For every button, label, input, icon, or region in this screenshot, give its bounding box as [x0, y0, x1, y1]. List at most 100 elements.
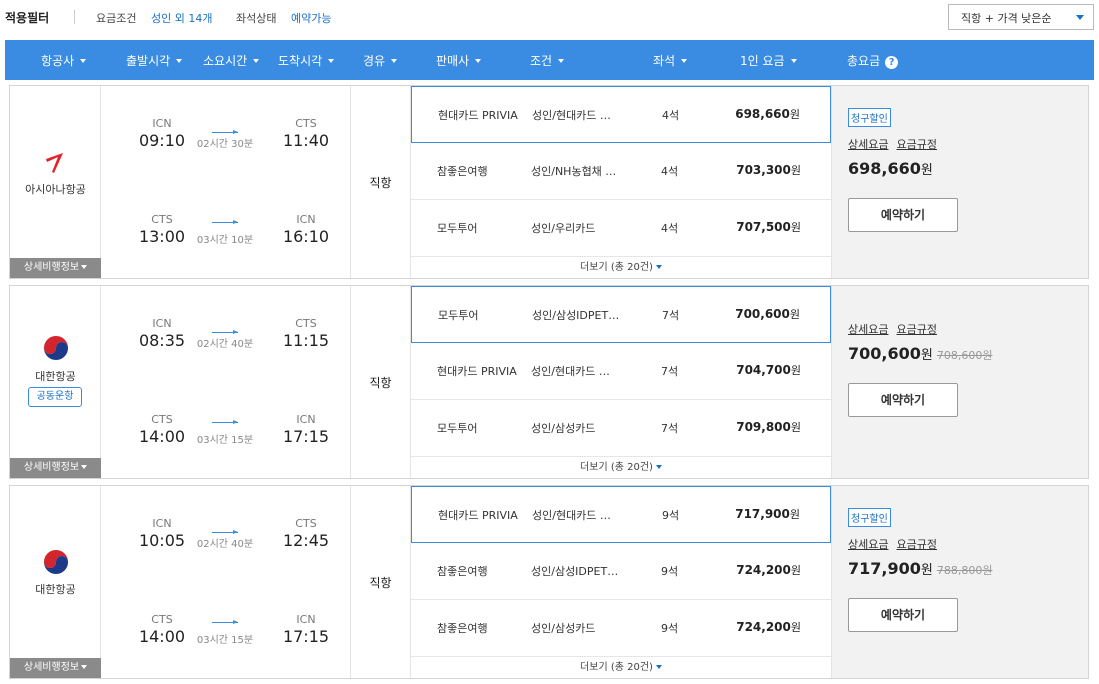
flight-card: 대한항공 상세비행정보 ICN 10:05 02시간 40분 CTS 12:45…: [9, 485, 1089, 679]
fare-rule-link[interactable]: 요금규정: [896, 538, 936, 551]
fare-condition-value[interactable]: 성인 외 14개: [151, 10, 212, 26]
seller-name: 참좋은여행: [437, 165, 488, 178]
seller-name: 참좋은여행: [437, 565, 488, 578]
return-leg: CTS 14:00 03시간 15분 ICN 17:15: [101, 382, 350, 472]
fare-links: 상세요금 요금규정: [848, 536, 945, 552]
total-price: 700,600원 708,600원: [848, 344, 992, 363]
offer-row[interactable]: 참좋은여행 성인/NH농협채 … 4석 703,300원: [411, 143, 831, 200]
origin-code: ICN: [152, 517, 172, 530]
fare-condition: 성인/삼성IDPET…: [532, 309, 620, 322]
fare-detail-link[interactable]: 상세요금: [848, 538, 888, 551]
fare-detail-link[interactable]: 상세요금: [848, 138, 888, 151]
airline-cell: 대한항공 공동운항 상세비행정보: [10, 286, 101, 478]
seats-available: 9석: [662, 509, 680, 522]
chevron-down-icon: [655, 465, 662, 469]
offer-row[interactable]: 모두투어 성인/삼성카드 7석 709,800원: [411, 400, 831, 457]
per-person-price: 707,500원: [736, 220, 801, 234]
offer-row[interactable]: 참좋은여행 성인/삼성IDPET… 9석 724,200원: [411, 543, 831, 600]
arrive-time: 11:15: [282, 331, 330, 350]
sort-arrive-time[interactable]: 도착시각: [278, 52, 335, 69]
origin-code: ICN: [152, 117, 172, 130]
offer-row[interactable]: 모두투어 성인/삼성IDPET… 7석 700,600원: [411, 286, 831, 343]
offer-row[interactable]: 모두투어 성인/우리카드 4석 707,500원: [411, 200, 831, 257]
help-icon[interactable]: ?: [885, 56, 899, 69]
seat-status-value[interactable]: 예약가능: [291, 10, 331, 26]
total-price: 698,660원: [848, 159, 933, 178]
offers-list: 현대카드 PRIVIA 성인/현대카드 … 4석 698,660원 참좋은여행 성인/NH…: [411, 86, 831, 278]
total-fare-panel: 상세요금 요금규정 700,600원 708,600원 예약하기: [831, 286, 1088, 478]
more-offers-link[interactable]: 더보기 (총 20건): [411, 658, 831, 673]
stops-cell: 직항: [350, 86, 411, 278]
total-fare-panel: 청구할인 상세요금 요금규정 698,660원 예약하기: [831, 86, 1088, 278]
per-person-price: 717,900원: [735, 507, 800, 521]
chevron-down-icon: [176, 59, 183, 63]
chevron-down-icon: [80, 59, 87, 63]
chevron-down-icon: [790, 59, 797, 63]
arrow-right-icon: [212, 220, 238, 224]
per-person-price: 724,200원: [736, 620, 801, 634]
sort-depart-time[interactable]: 출발시각: [126, 52, 183, 69]
outbound-leg: ICN 10:05 02시간 40분 CTS 12:45: [101, 486, 350, 576]
sort-select[interactable]: 직항 + 가격 낮은순: [948, 4, 1094, 30]
sort-stops[interactable]: 경유: [363, 52, 398, 69]
offer-row[interactable]: 참좋은여행 성인/삼성카드 9석 724,200원: [411, 600, 831, 657]
chevron-down-icon: [655, 665, 662, 669]
chevron-down-icon: [1076, 15, 1084, 20]
arrive-time: 12:45: [282, 531, 330, 550]
applied-filter-bar: 적용필터 요금조건 성인 외 14개 좌석상태 예약가능 직항 + 가격 낮은순: [0, 0, 1099, 36]
asiana-logo-icon: [43, 150, 69, 176]
depart-time: 14:00: [138, 627, 186, 646]
book-button[interactable]: 예약하기: [848, 198, 958, 232]
arrow-right-icon: [212, 420, 238, 424]
flight-detail-button[interactable]: 상세비행정보: [10, 258, 101, 278]
airline-name: 아시아나항공: [25, 183, 86, 196]
stops-label: 직항: [369, 176, 392, 190]
fare-rule-link[interactable]: 요금규정: [896, 138, 936, 151]
depart-time: 08:35: [138, 331, 186, 350]
arrow-right-icon: [212, 330, 238, 334]
chevron-down-icon: [81, 465, 88, 469]
book-button[interactable]: 예약하기: [848, 383, 958, 417]
more-offers-link[interactable]: 더보기 (총 20건): [411, 258, 831, 273]
fare-rule-link[interactable]: 요금규정: [896, 323, 936, 336]
destination-code: CTS: [295, 117, 317, 130]
sort-duration[interactable]: 소요시간: [203, 52, 260, 69]
offers-list: 현대카드 PRIVIA 성인/현대카드 … 9석 717,900원 참좋은여행 성인/삼성…: [411, 486, 831, 678]
offer-row[interactable]: 현대카드 PRIVIA 성인/현대카드 … 4석 698,660원: [411, 86, 831, 143]
fare-detail-link[interactable]: 상세요금: [848, 323, 888, 336]
seats-available: 4석: [661, 165, 679, 178]
book-button[interactable]: 예약하기: [848, 598, 958, 632]
flight-duration: 02시간 40분: [196, 539, 254, 550]
fare-condition: 성인/우리카드: [531, 222, 596, 235]
sort-per-person-fare[interactable]: 1인 요금: [740, 52, 797, 69]
depart-time: 10:05: [138, 531, 186, 550]
fare-condition: 성인/현대카드 …: [532, 109, 611, 122]
seat-status-label: 좌석상태: [236, 12, 277, 25]
sort-condition[interactable]: 조건: [530, 52, 565, 69]
currency-unit: 원: [920, 563, 933, 578]
offer-row[interactable]: 현대카드 PRIVIA 성인/현대카드 … 9석 717,900원: [411, 486, 831, 543]
sort-airline[interactable]: 항공사: [41, 52, 87, 69]
korean-air-logo-icon: [43, 335, 69, 361]
sort-select-value: 직항 + 가격 낮은순: [961, 12, 1052, 25]
seats-available: 7석: [661, 365, 679, 378]
airline-cell: 아시아나항공 상세비행정보: [10, 86, 101, 278]
arrow-right-icon: [212, 620, 238, 624]
flight-detail-button[interactable]: 상세비행정보: [10, 658, 101, 678]
outbound-leg: ICN 09:10 02시간 30분 CTS 11:40: [101, 86, 350, 176]
per-person-price: 724,200원: [736, 563, 801, 577]
total-price: 717,900원 788,800원: [848, 559, 992, 578]
return-leg: CTS 14:00 03시간 15분 ICN 17:15: [101, 582, 350, 672]
destination-code: CTS: [295, 517, 317, 530]
flight-duration: 02시간 30분: [196, 139, 254, 150]
sort-seats[interactable]: 좌석: [653, 52, 688, 69]
depart-time: 09:10: [138, 131, 186, 150]
offer-row[interactable]: 현대카드 PRIVIA 성인/현대카드 … 7석 704,700원: [411, 343, 831, 400]
airline-cell: 대한항공 상세비행정보: [10, 486, 101, 678]
arrow-right-icon: [212, 530, 238, 534]
more-offers-link[interactable]: 더보기 (총 20건): [411, 458, 831, 473]
chevron-down-icon: [81, 665, 88, 669]
fare-condition: 성인/현대카드 …: [532, 509, 611, 522]
sort-seller[interactable]: 판매사: [436, 52, 482, 69]
flight-detail-button[interactable]: 상세비행정보: [10, 458, 101, 478]
